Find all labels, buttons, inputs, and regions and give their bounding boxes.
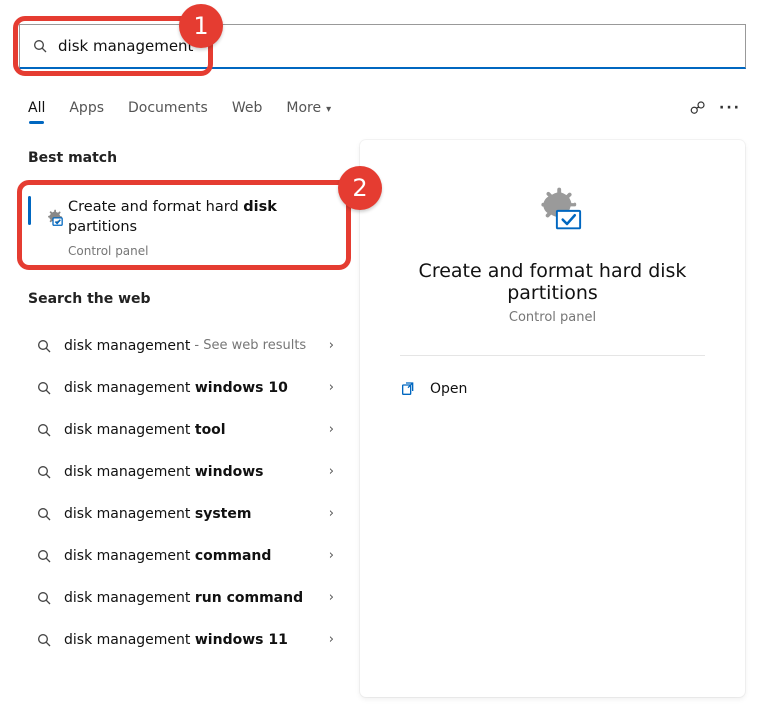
preview-app-icon (522, 176, 584, 238)
search-icon (36, 548, 52, 564)
more-options-button[interactable]: ··· (714, 92, 746, 124)
web-suggestion-pre: disk management (64, 506, 195, 522)
chevron-down-icon: ▾ (326, 104, 331, 115)
web-suggestion-pre: disk management (64, 422, 195, 438)
web-suggestion-pre: disk management (64, 338, 190, 354)
tab-more-label: More (286, 100, 321, 116)
web-suggestion[interactable]: disk management windows 10 › (28, 367, 344, 409)
web-suggestion-label: disk management system (64, 506, 251, 522)
best-match-title-pre: Create and format hard (68, 199, 243, 215)
search-web-heading: Search the web (28, 291, 344, 307)
web-suggestion[interactable]: disk management windows 11 › (28, 619, 344, 661)
search-icon (36, 380, 52, 396)
web-suggestion-label: disk management (64, 338, 190, 354)
chevron-right-icon: › (329, 590, 334, 605)
best-match-result[interactable]: Create and format hard disk partitions C… (28, 184, 344, 271)
web-suggestion-pre: disk management (64, 464, 195, 480)
web-suggestion-label: disk management run command (64, 590, 303, 606)
web-suggestion[interactable]: disk management tool › (28, 409, 344, 451)
best-match-title-post: partitions (68, 219, 137, 235)
best-match-heading: Best match (28, 150, 344, 166)
chevron-right-icon: › (329, 380, 334, 395)
web-suggestion[interactable]: disk management system › (28, 493, 344, 535)
preview-subtitle: Control panel (400, 310, 705, 325)
ellipsis-icon: ··· (719, 100, 741, 116)
web-suggestion-label: disk management windows 10 (64, 380, 288, 396)
web-suggestion-bold: windows 10 (195, 380, 288, 396)
web-suggestion-pre: disk management (64, 632, 195, 648)
preview-title: Create and format hard disk partitions (400, 260, 705, 304)
open-icon (400, 381, 416, 397)
web-suggestion-bold: run command (195, 590, 303, 606)
chevron-right-icon: › (329, 464, 334, 479)
tab-all[interactable]: All (28, 100, 45, 116)
tab-documents[interactable]: Documents (128, 100, 208, 116)
selection-indicator (28, 196, 31, 225)
tab-apps[interactable]: Apps (69, 100, 104, 116)
web-suggestion-pre: disk management (64, 380, 195, 396)
web-suggestion-bold: tool (195, 422, 226, 438)
search-icon (32, 38, 48, 54)
web-suggestion[interactable]: disk management run command › (28, 577, 344, 619)
web-suggestion-suffix: - See web results (194, 338, 306, 353)
preview-pane: Create and format hard disk partitions C… (360, 140, 745, 697)
tab-more[interactable]: More ▾ (286, 100, 331, 116)
web-suggestion[interactable]: disk management - See web results › (28, 325, 344, 367)
web-suggestion[interactable]: disk management command › (28, 535, 344, 577)
web-suggestion-pre: disk management (64, 590, 195, 606)
search-icon (36, 590, 52, 606)
web-suggestion-bold: command (195, 548, 272, 564)
search-icon (36, 422, 52, 438)
best-match-subtitle: Control panel (68, 244, 330, 258)
web-suggestion-bold: windows 11 (195, 632, 288, 648)
divider (400, 355, 705, 356)
search-icon (36, 464, 52, 480)
web-suggestion-bold: system (195, 506, 252, 522)
best-match-title-bold: disk (243, 199, 277, 215)
web-suggestion-pre: disk management (64, 548, 195, 564)
search-options-icon[interactable] (682, 92, 714, 124)
chevron-right-icon: › (329, 422, 334, 437)
web-suggestion[interactable]: disk management windows › (28, 451, 344, 493)
search-icon (36, 338, 52, 354)
search-box[interactable] (19, 24, 746, 69)
chevron-right-icon: › (329, 548, 334, 563)
web-suggestion-label: disk management windows 11 (64, 632, 288, 648)
web-suggestion-label: disk management windows (64, 464, 263, 480)
chevron-right-icon: › (329, 338, 334, 353)
web-suggestion-label: disk management command (64, 548, 271, 564)
open-action[interactable]: Open (400, 374, 705, 404)
gear-icon (42, 206, 64, 228)
web-suggestion-bold: windows (195, 464, 264, 480)
search-icon (36, 632, 52, 648)
chevron-right-icon: › (329, 506, 334, 521)
web-suggestion-label: disk management tool (64, 422, 226, 438)
chevron-right-icon: › (329, 632, 334, 647)
search-icon (36, 506, 52, 522)
search-input[interactable] (58, 37, 745, 55)
open-label: Open (430, 381, 467, 397)
tab-web[interactable]: Web (232, 100, 263, 116)
best-match-title: Create and format hard disk partitions (68, 197, 330, 238)
